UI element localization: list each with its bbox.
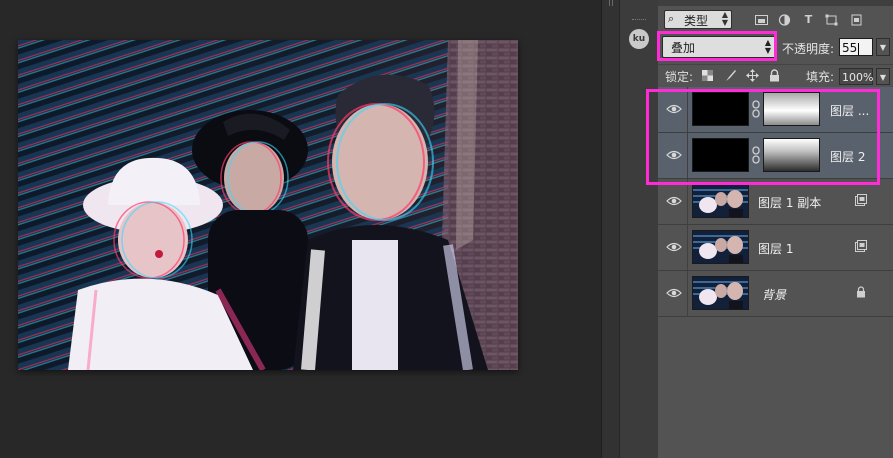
stepper-arrows-icon: ▲ ▼ xyxy=(721,10,728,27)
shape-filter-icon[interactable] xyxy=(825,14,838,26)
layer-name[interactable]: 图层 1 xyxy=(758,240,793,257)
fill-input[interactable]: 100% xyxy=(839,68,873,85)
visibility-eye-icon[interactable] xyxy=(666,102,682,116)
glitch-photo xyxy=(18,40,518,370)
smart-object-icon xyxy=(855,240,867,252)
lock-label: 锁定: xyxy=(665,70,694,84)
fill-label: 填充: xyxy=(806,70,835,84)
adjustment-filter-icon[interactable] xyxy=(778,14,791,26)
blend-mode-value: 叠加 xyxy=(671,41,696,55)
lock-transparent-icon[interactable] xyxy=(701,69,714,82)
layer-mask-thumbnail[interactable] xyxy=(763,138,820,172)
visibility-eye-icon[interactable] xyxy=(666,194,682,208)
layer-row[interactable]: 图层 1 xyxy=(658,225,893,271)
panel-gutter[interactable] xyxy=(601,0,620,458)
document-image[interactable] xyxy=(18,40,518,370)
layer-row[interactable]: 图层 ... xyxy=(658,87,893,133)
eye-column-divider xyxy=(687,179,688,224)
layer-row[interactable]: 图层 2 xyxy=(658,133,893,179)
layer-row[interactable]: 图层 1 副本 xyxy=(658,179,893,225)
grip-line xyxy=(609,0,610,6)
opacity-input[interactable]: 55 xyxy=(839,38,873,56)
layer-lock-icon xyxy=(857,286,865,298)
text-caret xyxy=(858,42,860,55)
layer-thumbnail[interactable] xyxy=(692,184,749,218)
dock-grip[interactable] xyxy=(632,19,646,22)
blend-opacity-row: 叠加 ▲ ▼ 不透明度: 55 ▼ xyxy=(657,31,893,64)
layer-mask-thumbnail[interactable] xyxy=(763,92,820,126)
layers-panel: ⌕ 类型 ▲ ▼ T 叠加 ▲ ▼ 不透明度: 55 ▼ 锁定: 填充: 100… xyxy=(646,0,893,458)
lock-fill-row: 锁定: 填充: 100% ▼ xyxy=(658,64,893,88)
lock-move-icon[interactable] xyxy=(746,69,759,82)
grip-line xyxy=(612,0,613,6)
layer-thumbnail[interactable] xyxy=(692,138,749,172)
ku-plugin-button[interactable]: ku xyxy=(629,29,649,49)
opacity-value: 55 xyxy=(842,41,858,55)
opacity-label: 不透明度: xyxy=(782,42,835,56)
smart-object-filter-icon[interactable] xyxy=(850,14,863,26)
collapsed-panel-dock: ku xyxy=(619,0,659,458)
mask-link-icon[interactable] xyxy=(751,146,761,164)
eye-column-divider xyxy=(687,225,688,270)
lock-all-icon[interactable] xyxy=(768,69,781,82)
lock-paint-icon[interactable] xyxy=(724,69,737,82)
smart-object-icon xyxy=(855,194,867,206)
eye-column-divider xyxy=(687,271,688,316)
search-icon: ⌕ xyxy=(668,12,675,25)
layer-filter-row: ⌕ 类型 ▲ ▼ T xyxy=(658,6,893,32)
layer-thumbnail[interactable] xyxy=(692,92,749,126)
filter-kind-label: 类型 xyxy=(684,14,709,28)
layer-name[interactable]: 图层 2 xyxy=(830,148,865,165)
layer-name[interactable]: 背景 xyxy=(762,286,786,303)
layer-thumbnail[interactable] xyxy=(692,230,749,264)
eye-column-divider xyxy=(687,87,688,132)
layer-name[interactable]: 图层 ... xyxy=(830,102,869,119)
fill-dropdown-button[interactable]: ▼ xyxy=(876,68,890,85)
layer-thumbnail[interactable] xyxy=(692,276,749,310)
layer-name[interactable]: 图层 1 副本 xyxy=(758,194,821,211)
layers-list: 图层 ... 图层 2 图层 1 副本 图层 1 背景 xyxy=(646,87,893,317)
document-canvas[interactable] xyxy=(0,0,601,458)
layer-row[interactable]: 背景 xyxy=(658,271,893,317)
stepper-arrows-icon: ▲ ▼ xyxy=(764,38,771,55)
visibility-eye-icon[interactable] xyxy=(666,148,682,162)
visibility-eye-icon[interactable] xyxy=(666,240,682,254)
filter-kind-select[interactable]: ⌕ 类型 ▲ ▼ xyxy=(664,10,732,29)
opacity-dropdown-button[interactable]: ▼ xyxy=(876,38,890,56)
fill-value: 100% xyxy=(842,71,874,84)
eye-column-divider xyxy=(687,133,688,178)
type-filter-icon[interactable]: T xyxy=(802,14,815,26)
image-filter-icon[interactable] xyxy=(755,14,768,26)
visibility-eye-icon[interactable] xyxy=(666,286,682,300)
blend-mode-select[interactable]: 叠加 ▲ ▼ xyxy=(657,31,777,61)
mask-link-icon[interactable] xyxy=(751,100,761,118)
